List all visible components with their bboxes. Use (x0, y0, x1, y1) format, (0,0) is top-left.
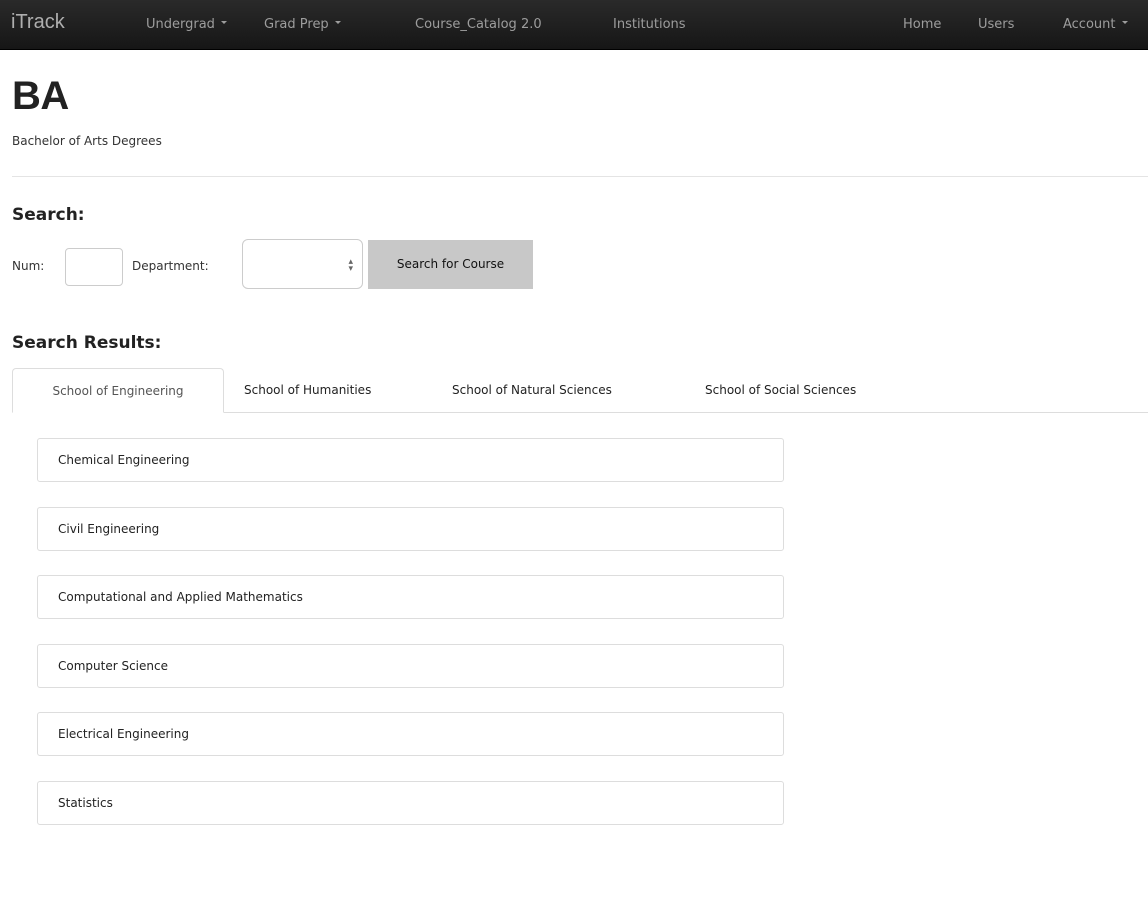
top-navbar: iTrack Undergrad Grad Prep Course_Catalo… (0, 0, 1148, 50)
nav-institutions[interactable]: Institutions (613, 0, 686, 50)
tab-school-of-engineering[interactable]: School of Engineering (12, 368, 224, 413)
nav-account-label: Account (1063, 17, 1116, 32)
num-input[interactable] (65, 248, 123, 286)
caret-down-icon (1121, 21, 1128, 24)
department-item-computational-applied-mathematics[interactable]: Computational and Applied Mathematics (37, 575, 784, 619)
department-item-civil-engineering[interactable]: Civil Engineering (37, 507, 784, 551)
tab-school-of-social-sciences[interactable]: School of Social Sciences (705, 368, 856, 413)
tab-school-of-natural-sciences[interactable]: School of Natural Sciences (452, 368, 612, 413)
search-for-course-button[interactable]: Search for Course (368, 240, 533, 289)
department-item-computer-science[interactable]: Computer Science (37, 644, 784, 688)
department-item-electrical-engineering[interactable]: Electrical Engineering (37, 712, 784, 756)
search-results-heading: Search Results: (12, 333, 162, 353)
nav-grad-prep-dropdown[interactable]: Grad Prep (264, 0, 341, 50)
header-divider (12, 176, 1148, 177)
department-select[interactable]: ▴ ▾ (242, 239, 363, 289)
page-subtitle: Bachelor of Arts Degrees (12, 134, 162, 148)
nav-account-dropdown[interactable]: Account (1063, 0, 1128, 50)
caret-down-icon (220, 21, 227, 24)
nav-course-catalog[interactable]: Course_Catalog 2.0 (415, 0, 542, 50)
nav-undergrad-dropdown[interactable]: Undergrad (146, 0, 227, 50)
nav-undergrad-label: Undergrad (146, 17, 215, 32)
nav-grad-prep-label: Grad Prep (264, 17, 329, 32)
caret-down-icon (334, 21, 341, 24)
tab-school-of-humanities[interactable]: School of Humanities (244, 368, 371, 413)
department-label: Department: (132, 259, 209, 273)
nav-home[interactable]: Home (903, 0, 941, 50)
num-label: Num: (12, 259, 45, 273)
department-item-chemical-engineering[interactable]: Chemical Engineering (37, 438, 784, 482)
select-arrows-icon: ▴ ▾ (348, 256, 353, 273)
search-heading: Search: (12, 205, 85, 225)
nav-users[interactable]: Users (978, 0, 1014, 50)
page-title: BA (12, 74, 69, 118)
brand-logo[interactable]: iTrack (11, 0, 65, 50)
department-item-statistics[interactable]: Statistics (37, 781, 784, 825)
